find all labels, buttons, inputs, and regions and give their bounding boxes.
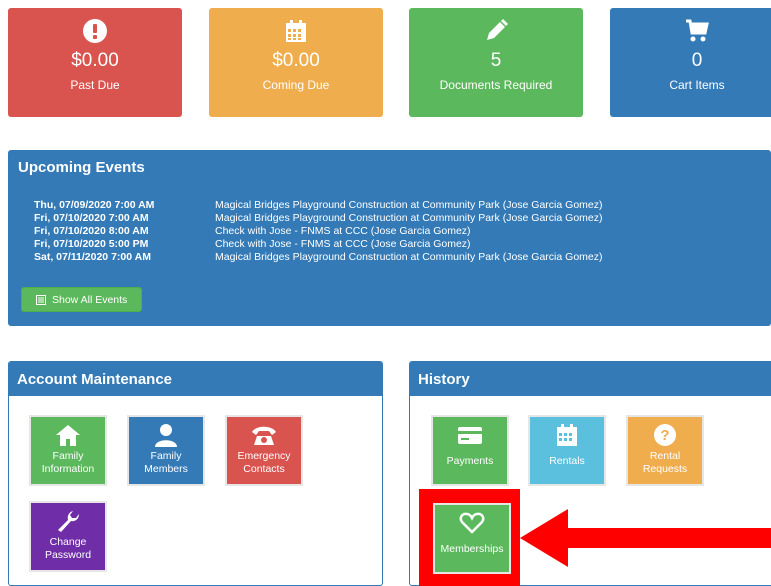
past-due-value: $0.00 (71, 50, 119, 71)
rental-requests-line1: Rental (649, 450, 681, 462)
event-date: Fri, 07/10/2020 5:00 PM (34, 238, 149, 250)
show-all-events-label: Show All Events (52, 293, 128, 306)
emergency-contacts-button[interactable]: Emergency Contacts (225, 415, 303, 486)
phone-icon (252, 426, 276, 445)
show-all-events-button[interactable]: Show All Events (21, 287, 142, 312)
memberships-button[interactable]: Memberships (433, 503, 511, 574)
rental-requests-line2: Requests (642, 463, 688, 475)
past-due-tile[interactable]: $0.00 Past Due (8, 8, 182, 117)
payments-button[interactable]: Payments (431, 415, 509, 486)
event-row: Thu, 07/09/2020 7:00 AM Magical Bridges … (8, 199, 771, 211)
event-title[interactable]: Magical Bridges Playground Construction … (215, 212, 603, 224)
past-due-label: Past Due (70, 78, 120, 92)
payments-label: Payments (446, 455, 494, 467)
documents-required-label: Documents Required (439, 78, 553, 92)
event-row: Sat, 07/11/2020 7:00 AM Magical Bridges … (8, 251, 771, 263)
event-title[interactable]: Check with Jose - FNMS at CCC (Jose Garc… (215, 238, 471, 250)
emergency-contacts-line2: Contacts (243, 463, 285, 475)
event-row: Fri, 07/10/2020 7:00 AM Magical Bridges … (8, 212, 771, 224)
cart-items-tile[interactable]: 0 Cart Items (610, 8, 771, 117)
family-information-line1: Family (52, 450, 84, 462)
family-members-line2: Members (144, 463, 188, 475)
coming-due-tile[interactable]: $0.00 Coming Due (209, 8, 383, 117)
family-members-button[interactable]: Family Members (127, 415, 205, 486)
wrench-icon (58, 511, 79, 532)
rentals-button[interactable]: Rentals (528, 415, 606, 486)
event-row: Fri, 07/10/2020 8:00 AM Check with Jose … (8, 225, 771, 237)
family-information-button[interactable]: Family Information (29, 415, 107, 486)
family-members-line1: Family (150, 450, 182, 462)
upcoming-events-title: Upcoming Events (18, 159, 145, 176)
family-information-line2: Information (41, 463, 95, 475)
pencil-icon (487, 19, 508, 40)
home-icon (56, 425, 80, 446)
rentals-label: Rentals (549, 455, 585, 467)
memberships-label: Memberships (440, 543, 504, 555)
list-icon (36, 294, 46, 305)
red-arrow-annotation (520, 509, 771, 567)
emergency-contacts-line1: Emergency (237, 450, 291, 462)
change-password-line1: Change (49, 536, 87, 548)
calendar-icon (286, 20, 306, 42)
event-date: Thu, 07/09/2020 7:00 AM (34, 199, 155, 211)
coming-due-label: Coming Due (262, 78, 330, 92)
user-icon (155, 424, 177, 447)
question-circle-icon: ? (654, 424, 676, 446)
heart-icon (459, 512, 485, 534)
cart-items-label: Cart Items (669, 78, 725, 92)
documents-required-value: 5 (490, 50, 502, 71)
event-date: Sat, 07/11/2020 7:00 AM (34, 251, 151, 263)
event-date: Fri, 07/10/2020 8:00 AM (34, 225, 149, 237)
event-row: Fri, 07/10/2020 5:00 PM Check with Jose … (8, 238, 771, 250)
calendar-icon (557, 424, 577, 446)
cart-items-value: 0 (691, 50, 703, 71)
exclamation-circle-icon (83, 19, 107, 43)
event-title[interactable]: Check with Jose - FNMS at CCC (Jose Garc… (215, 225, 471, 237)
credit-card-icon (458, 427, 482, 444)
event-title[interactable]: Magical Bridges Playground Construction … (215, 251, 603, 263)
event-title[interactable]: Magical Bridges Playground Construction … (215, 199, 603, 211)
cart-icon (686, 19, 709, 42)
documents-required-tile[interactable]: 5 Documents Required (409, 8, 583, 117)
account-maintenance-title: Account Maintenance (9, 362, 382, 396)
event-date: Fri, 07/10/2020 7:00 AM (34, 212, 149, 224)
rental-requests-button[interactable]: ? Rental Requests (626, 415, 704, 486)
change-password-line2: Password (44, 549, 92, 561)
change-password-button[interactable]: Change Password (29, 501, 107, 572)
upcoming-events-panel: Upcoming Events Thu, 07/09/2020 7:00 AM … (8, 150, 771, 326)
coming-due-value: $0.00 (272, 50, 320, 71)
svg-text:?: ? (660, 427, 669, 444)
history-title: History (410, 362, 771, 396)
